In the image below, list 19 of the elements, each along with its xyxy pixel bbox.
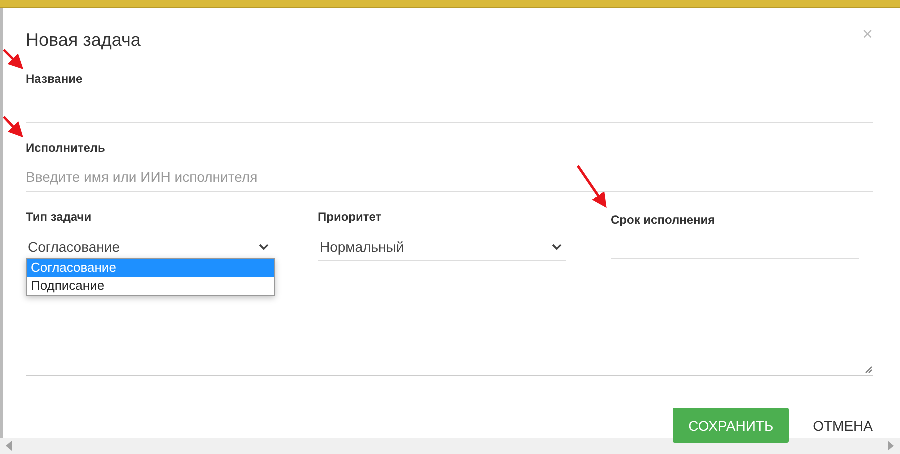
field-label: Исполнитель [26,141,106,155]
dialog-title: Новая задача [26,30,141,51]
annotation-arrow [3,116,24,138]
cancel-button[interactable]: ОТМЕНА [799,410,873,442]
chevron-down-icon [259,244,269,250]
dropdown-option[interactable]: Подписание [27,277,274,295]
horizontal-scrollbar[interactable] [0,438,900,454]
scroll-right-icon[interactable] [888,441,894,451]
field-label: Тип задачи [26,210,92,224]
field-label: Название [26,72,83,86]
resize-handle-icon[interactable] [865,366,873,374]
select-field[interactable]: Нормальный [318,234,566,261]
chevron-down-icon [552,244,562,250]
scroll-left-icon[interactable] [6,441,12,451]
annotation-arrow [576,165,607,208]
field-label: Срок исполнения [611,213,716,227]
annotation-arrow [3,49,24,70]
field-label: Приоритет [318,210,382,224]
input-field[interactable]: Введите имя или ИИН исполнителя [26,163,873,192]
